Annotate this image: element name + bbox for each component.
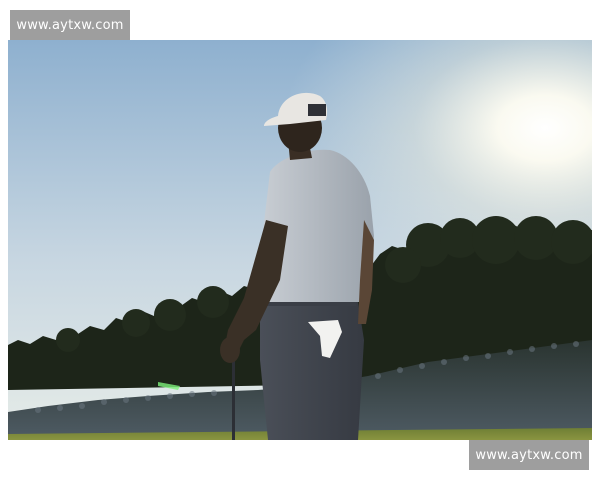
watermark-top: www.aytxw.com — [10, 10, 130, 40]
golf-photo — [8, 40, 592, 440]
photo-scene — [8, 40, 592, 440]
watermark-bottom: www.aytxw.com — [469, 440, 589, 470]
page: www.aytxw.com www.aytxw.com — [0, 0, 600, 480]
cap-band — [308, 104, 326, 116]
hand — [220, 337, 240, 363]
putter-shaft — [232, 358, 235, 440]
